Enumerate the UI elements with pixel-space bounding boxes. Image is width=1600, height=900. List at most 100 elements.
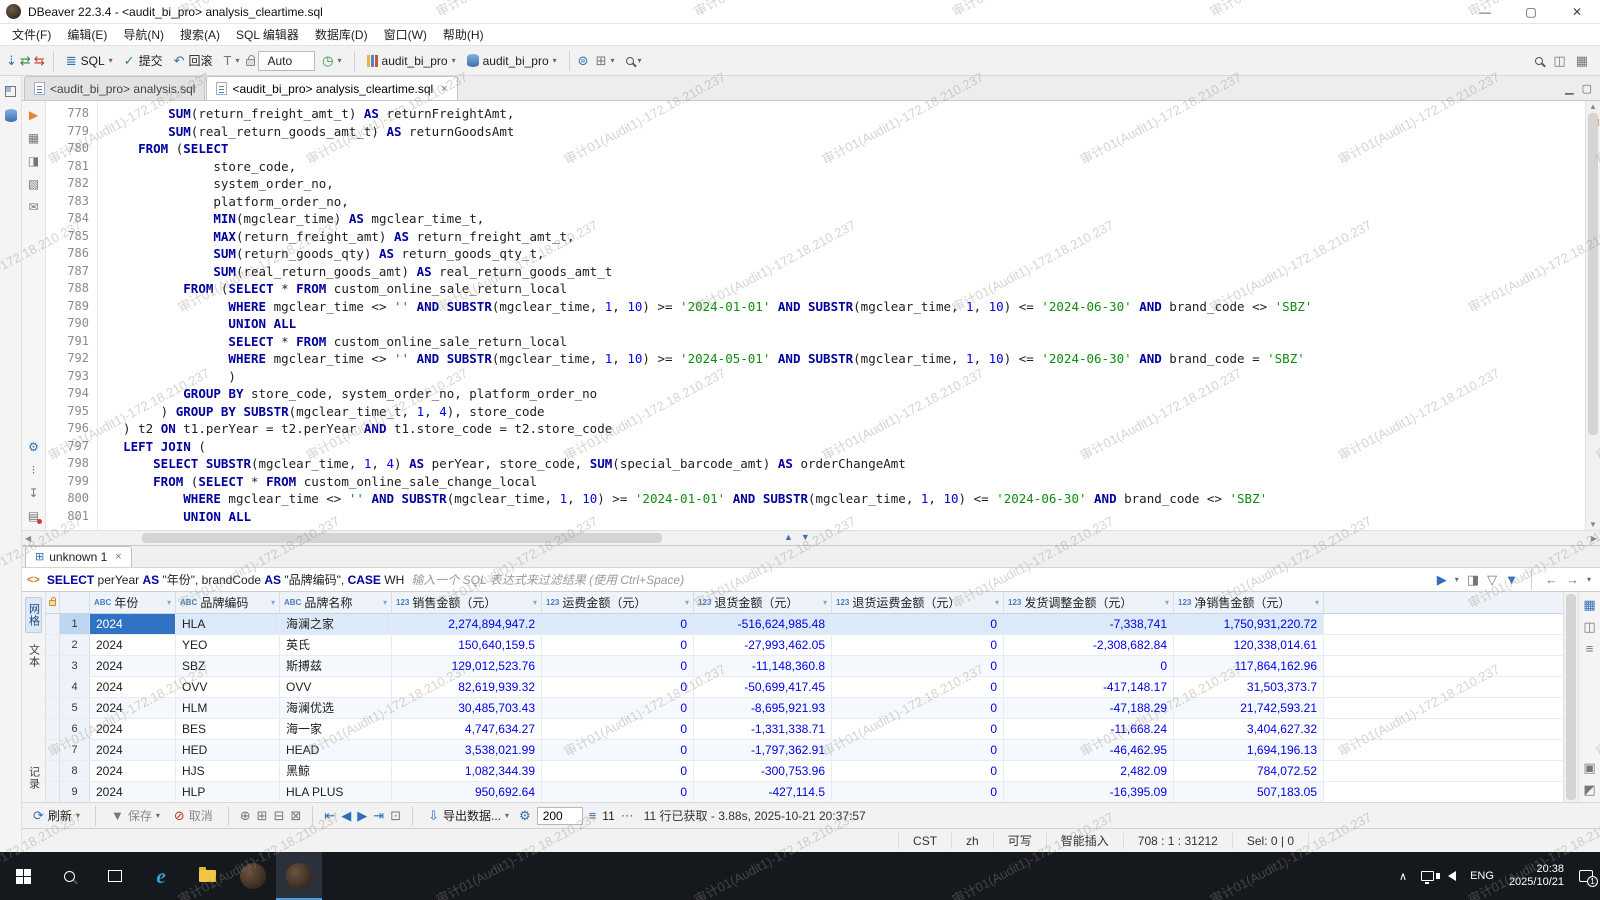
export-result-icon[interactable]: ↧ [28, 487, 38, 499]
grid-cell[interactable]: 2024 [90, 656, 176, 676]
database-selector[interactable]: audit_bi_pro ▾ [463, 52, 561, 70]
grid-cell[interactable]: 2024 [90, 782, 176, 802]
open-perspective-icon[interactable]: ◫ [1553, 54, 1565, 67]
grid-cell[interactable]: -1,797,362.91 [694, 740, 832, 760]
code-line[interactable]: SUM(real_return_goods_amt) AS real_retur… [108, 263, 1585, 281]
column-header[interactable]: 123运费金额（元）▾ [542, 592, 694, 613]
grid-cell[interactable]: HLM [176, 698, 280, 718]
row-number[interactable]: 7 [60, 740, 90, 760]
sash-down-icon[interactable]: ▼ [801, 532, 810, 542]
grid-cell[interactable]: 82,619,939.32 [392, 677, 542, 697]
grid-cell[interactable]: 2024 [90, 740, 176, 760]
grid-cell[interactable]: 0 [832, 761, 1004, 781]
grid-cell[interactable]: 507,183.05 [1174, 782, 1324, 802]
close-button[interactable]: ✕ [1554, 0, 1600, 23]
grid-cell[interactable]: 2,274,894,947.2 [392, 614, 542, 634]
code-line[interactable]: FROM (SELECT * FROM custom_online_sale_c… [108, 473, 1585, 491]
grid-cell[interactable]: 2024 [90, 719, 176, 739]
grid-cell[interactable]: 120,338,014.61 [1174, 635, 1324, 655]
code-line[interactable]: MIN(mgclear_time) AS mgclear_time_t, [108, 210, 1585, 228]
calc-panel-icon[interactable]: ◫ [1583, 620, 1595, 633]
code-line[interactable]: store_code, [108, 158, 1585, 176]
tab-close-icon[interactable]: × [441, 83, 447, 95]
menu-item[interactable]: 编辑(E) [59, 24, 115, 45]
grid-cell[interactable]: 1,750,931,220.72 [1174, 614, 1324, 634]
row-number[interactable]: 8 [60, 761, 90, 781]
grid-cell[interactable]: 0 [542, 782, 694, 802]
minimize-button[interactable]: — [1462, 0, 1508, 23]
grid-cell[interactable]: -2,308,682.84 [1004, 635, 1174, 655]
sql-menu-button[interactable]: ≣ SQL ▾ [62, 52, 117, 70]
code-line[interactable]: WHERE mgclear_time <> '' AND SUBSTR(mgcl… [108, 298, 1585, 316]
grid-cell[interactable]: -300,753.96 [694, 761, 832, 781]
first-row-icon[interactable]: ⇤ [324, 809, 335, 822]
explain-plan-icon[interactable]: ◨ [28, 155, 39, 167]
maximize-button[interactable]: ▢ [1508, 0, 1554, 23]
grid-cell[interactable]: 0 [832, 740, 1004, 760]
code-line[interactable]: system_order_no, [108, 175, 1585, 193]
results-view-tab[interactable]: 记录 [25, 760, 41, 796]
menu-item[interactable]: SQL 编辑器 [228, 24, 307, 45]
row-number[interactable]: 2 [60, 635, 90, 655]
column-header[interactable]: ABC品牌编码▾ [176, 592, 280, 613]
editor-tab[interactable]: <audit_bi_pro> analysis_cleartime.sql× [206, 76, 457, 100]
script-file-icon[interactable]: ▤ [28, 510, 39, 522]
grid-cell[interactable]: -1,331,338.71 [694, 719, 832, 739]
quick-access-search-icon[interactable] [1535, 57, 1543, 65]
code-line[interactable]: SUM(return_freight_amt_t) AS returnFreig… [108, 105, 1585, 123]
grid-cell[interactable]: -46,462.95 [1004, 740, 1174, 760]
grid-cell[interactable]: -11,148,360.8 [694, 656, 832, 676]
cancel-button[interactable]: ⊘ 取消 [170, 805, 217, 826]
code-line[interactable]: SUM(real_return_goods_amt_t) AS returnGo… [108, 123, 1585, 141]
column-filter-caret-icon[interactable]: ▾ [383, 598, 387, 607]
grid-cell[interactable]: 2024 [90, 698, 176, 718]
grid-cell[interactable]: HED [176, 740, 280, 760]
row-number[interactable]: 5 [60, 698, 90, 718]
results-tab[interactable]: ⊞ unknown 1 × [25, 546, 132, 567]
column-header[interactable]: 123退货运费金额（元）▾ [832, 592, 1004, 613]
grid-cell[interactable]: 0 [542, 719, 694, 739]
hscroll-thumb[interactable] [142, 533, 662, 543]
row-number[interactable]: 4 [60, 677, 90, 697]
row-number[interactable]: 3 [60, 656, 90, 676]
output-icon[interactable]: ✉ [28, 201, 38, 213]
grid-cell[interactable]: -11,668.24 [1004, 719, 1174, 739]
grid-cell[interactable]: 21,742,593.21 [1174, 698, 1324, 718]
autocommit-indicator[interactable]: Auto [258, 51, 315, 71]
execute-script-icon[interactable]: ▦ [28, 132, 39, 144]
grid-cell[interactable]: -417,148.17 [1004, 677, 1174, 697]
code-line[interactable]: WHERE mgclear_time <> '' AND SUBSTR(mgcl… [108, 490, 1585, 508]
grid-cell[interactable]: 0 [832, 719, 1004, 739]
grid-cell[interactable]: 海一家 [280, 719, 392, 739]
remove-filter-icon[interactable]: ▽ [1487, 573, 1497, 586]
editor-code[interactable]: SUM(return_freight_amt_t) AS returnFreig… [98, 101, 1585, 530]
execute-statement-icon[interactable]: ▶ [29, 109, 38, 121]
grid-cell[interactable]: BES [176, 719, 280, 739]
language-indicator[interactable]: ENG [1463, 852, 1501, 900]
grid-cell[interactable]: 30,485,703.43 [392, 698, 542, 718]
scroll-up-icon[interactable]: ▲ [1586, 102, 1600, 111]
edit-row-icon[interactable]: ⊠ [290, 809, 301, 822]
column-filter-caret-icon[interactable]: ▾ [1315, 598, 1319, 607]
menu-item[interactable]: 窗口(W) [376, 24, 435, 45]
restore-view-icon[interactable] [5, 86, 16, 97]
grid-cell[interactable]: 2024 [90, 677, 176, 697]
history-forward-icon[interactable]: → [1566, 573, 1579, 586]
file-explorer-button[interactable] [184, 852, 230, 900]
column-filter-caret-icon[interactable]: ▾ [1165, 598, 1169, 607]
menu-item[interactable]: 导航(N) [115, 24, 172, 45]
grid-cell[interactable]: 0 [832, 614, 1004, 634]
editor-tab[interactable]: <audit_bi_pro> analysis.sql [24, 76, 205, 100]
code-line[interactable]: SUM(return_goods_qty) AS return_goods_qt… [108, 245, 1585, 263]
rollback-button[interactable]: ↶ 回滚 [170, 50, 217, 71]
volume-icon[interactable] [1441, 852, 1463, 900]
editor-settings-gear-icon[interactable]: ⚙ [28, 441, 39, 453]
scroll-down-icon[interactable]: ▼ [1586, 520, 1600, 529]
grid-cell[interactable]: YEO [176, 635, 280, 655]
column-header[interactable]: 123销售金额（元）▾ [392, 592, 542, 613]
row-number[interactable]: 6 [60, 719, 90, 739]
grid-cell[interactable]: HLA [176, 614, 280, 634]
grid-cell[interactable]: 150,640,159.5 [392, 635, 542, 655]
search-button[interactable]: ▾ [622, 54, 646, 67]
editor-hscrollbar[interactable]: ◀ ▲ ▼ ▶ [22, 530, 1600, 545]
